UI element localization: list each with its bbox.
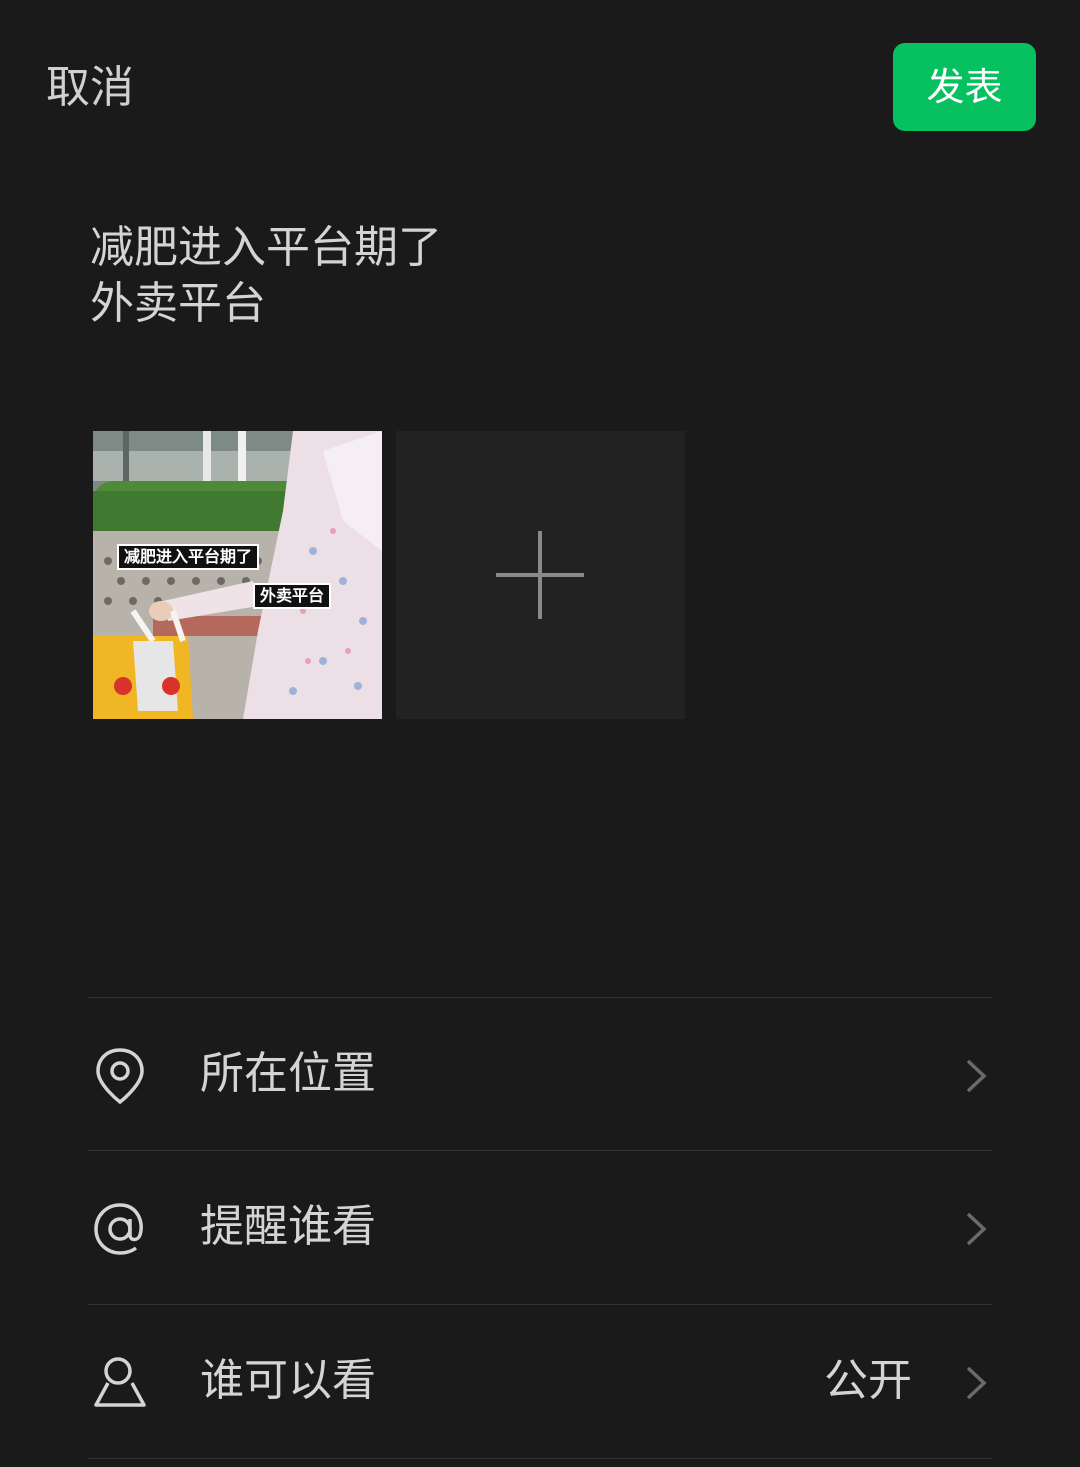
option-label: 谁可以看: [200, 1355, 376, 1406]
publish-button[interactable]: 发表: [893, 43, 1036, 131]
photo-caption-1: 减肥进入平台期了: [117, 544, 260, 570]
person-icon: [94, 1357, 146, 1407]
photo-thumbnail[interactable]: 减肥进入平台期了 外卖平台: [93, 431, 382, 719]
option-mention[interactable]: 提醒谁看: [88, 1151, 992, 1303]
photo-image: [93, 431, 382, 719]
chevron-right-icon: [966, 1059, 987, 1093]
add-photo-button[interactable]: [396, 431, 685, 719]
option-label: 提醒谁看: [200, 1201, 376, 1252]
option-location[interactable]: 所在位置: [88, 998, 992, 1150]
post-text-input[interactable]: 减肥进入平台期了 外卖平台: [90, 220, 442, 332]
chevron-right-icon: [966, 1366, 987, 1400]
chevron-right-icon: [966, 1212, 987, 1246]
photo-caption-2: 外卖平台: [253, 583, 332, 609]
option-visibility[interactable]: 谁可以看 公开: [88, 1305, 992, 1457]
plus-icon: [496, 531, 584, 619]
option-label: 所在位置: [200, 1048, 376, 1099]
at-icon: [94, 1203, 143, 1255]
divider: [88, 1458, 992, 1459]
location-icon: [96, 1048, 144, 1105]
option-value: 公开: [824, 1355, 912, 1406]
cancel-button[interactable]: 取消: [46, 58, 134, 118]
